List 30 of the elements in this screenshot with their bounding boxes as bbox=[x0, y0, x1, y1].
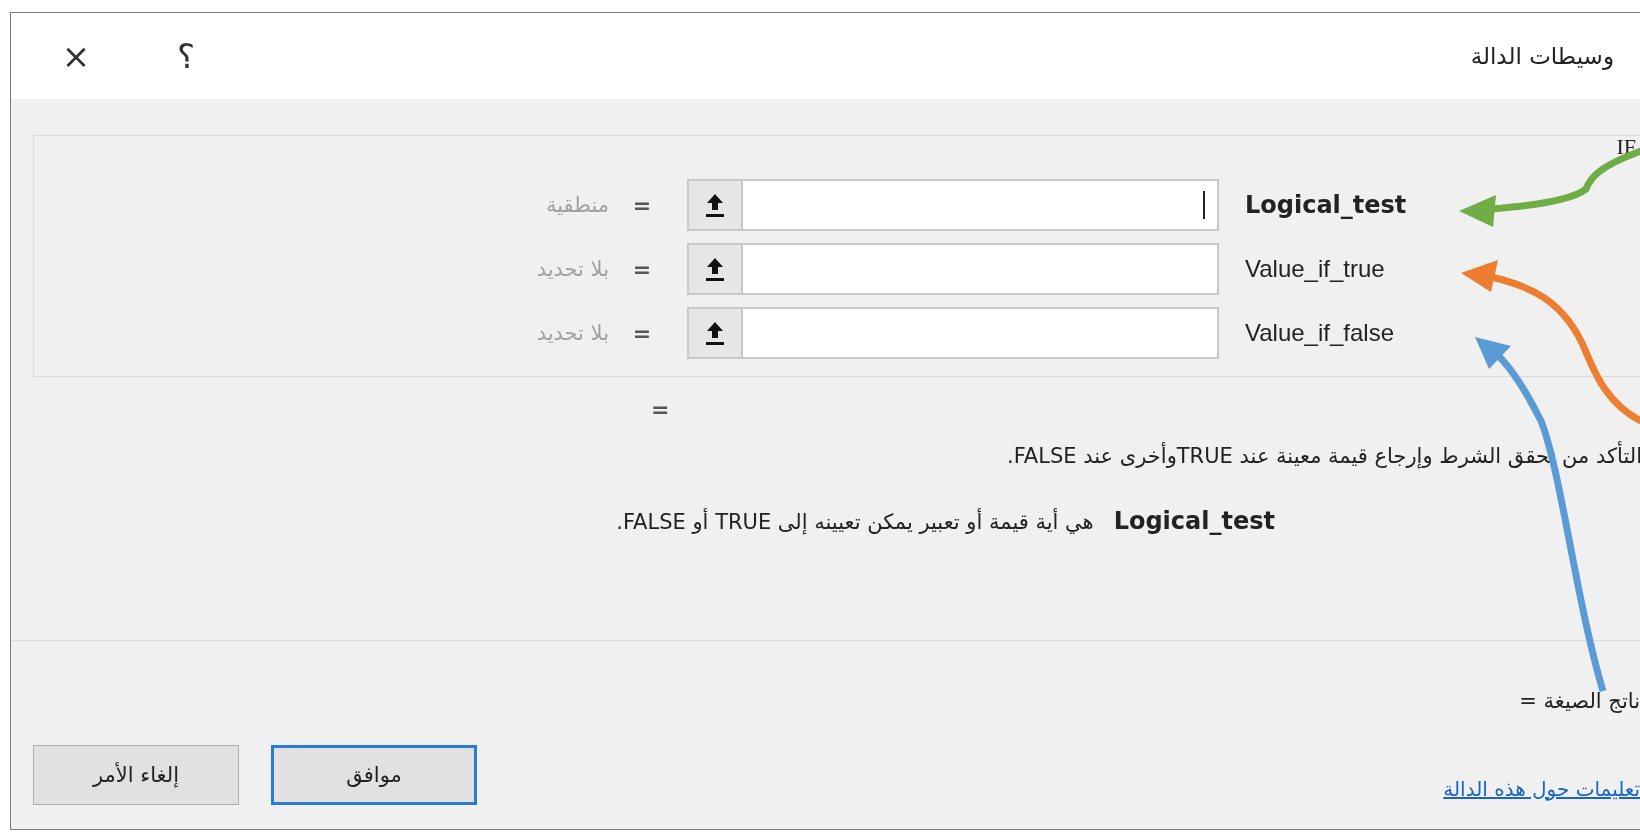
help-link[interactable]: تعليمات حول هذه الدالة bbox=[1443, 776, 1640, 801]
upload-arrow-icon bbox=[704, 320, 726, 346]
close-icon[interactable]: × bbox=[56, 36, 96, 76]
argument-label: Value_if_true bbox=[1244, 255, 1386, 283]
argument-result: بلا تحديد bbox=[535, 321, 610, 345]
equals-sign: = bbox=[632, 256, 652, 282]
formula-result: ناتج الصيغة = bbox=[1519, 689, 1640, 713]
equals-sign: = bbox=[632, 320, 652, 346]
argument-field[interactable] bbox=[687, 179, 1219, 231]
function-name: IF bbox=[1616, 134, 1636, 160]
argument-result: بلا تحديد bbox=[535, 257, 610, 281]
upload-arrow-icon bbox=[704, 192, 726, 218]
help-icon[interactable]: ؟ bbox=[166, 36, 206, 76]
collapse-button[interactable] bbox=[689, 245, 743, 293]
equals-sign: = bbox=[651, 397, 671, 422]
argument-field[interactable] bbox=[687, 307, 1219, 359]
argument-label: Logical_test bbox=[1244, 191, 1408, 219]
argument-description: هي أية قيمة أو تعبير يمكن تعيينه إلى TRUE أو FALSE. bbox=[616, 510, 1094, 534]
equals-sign: = bbox=[632, 192, 652, 218]
argument-field[interactable] bbox=[687, 243, 1219, 295]
window-title: وسيطات الدالة bbox=[1470, 43, 1614, 69]
argument-label: Value_if_false bbox=[1244, 319, 1395, 347]
argument-name: Logical_test bbox=[1113, 507, 1275, 535]
upload-arrow-icon bbox=[704, 256, 726, 282]
collapse-button[interactable] bbox=[689, 309, 743, 357]
ok-button[interactable]: موافق bbox=[271, 745, 477, 805]
cancel-button[interactable]: إلغاء الأمر bbox=[33, 745, 239, 805]
argument-result: منطقية bbox=[544, 193, 610, 217]
collapse-button[interactable] bbox=[689, 181, 743, 229]
text-cursor bbox=[1203, 191, 1205, 219]
